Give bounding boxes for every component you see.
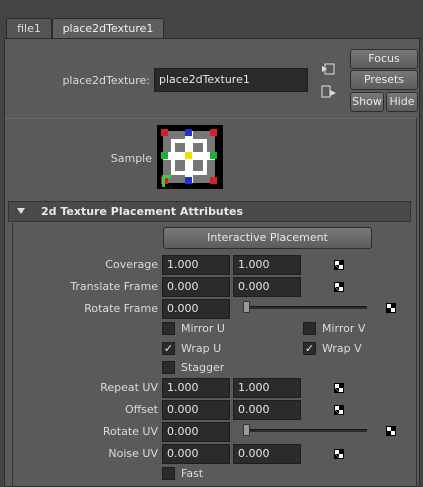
output-connection-icon[interactable] xyxy=(320,84,338,100)
repeat-uv-label: Repeat UV xyxy=(100,381,158,394)
fast-checkbox[interactable] xyxy=(162,467,175,480)
mirror-u-label: Mirror U xyxy=(181,322,225,335)
node-name-label: place2dTexture: xyxy=(62,74,150,87)
hide-button[interactable]: Hide xyxy=(386,92,418,112)
coverage-map-icon[interactable] xyxy=(334,260,344,270)
node-name-field[interactable]: place2dTexture1 xyxy=(154,68,308,92)
translate-frame-label: Translate Frame xyxy=(70,280,158,293)
noise-v-field[interactable]: 0.000 xyxy=(233,444,301,464)
tab-file1[interactable]: file1 xyxy=(6,18,52,38)
repeat-v-field[interactable]: 1.000 xyxy=(233,378,301,398)
coverage-label: Coverage xyxy=(105,258,158,271)
rotate-uv-field[interactable]: 0.000 xyxy=(162,422,230,442)
sample-label: Sample xyxy=(110,152,152,165)
rotate-uv-map-icon[interactable] xyxy=(386,426,396,436)
rotate-uv-slider[interactable] xyxy=(243,429,367,432)
stagger-label: Stagger xyxy=(181,361,225,374)
stagger-checkbox[interactable] xyxy=(162,361,175,374)
show-button[interactable]: Show xyxy=(350,92,384,112)
section-header-2d-placement[interactable]: 2d Texture Placement Attributes xyxy=(8,201,411,222)
wrap-v-checkbox[interactable]: ✓ xyxy=(303,342,316,355)
wrap-u-label: Wrap U xyxy=(181,342,222,355)
noise-u-field[interactable]: 0.000 xyxy=(162,444,230,464)
mirror-u-checkbox[interactable] xyxy=(162,322,175,335)
fast-label: Fast xyxy=(181,467,204,480)
coverage-v-field[interactable]: 1.000 xyxy=(233,255,301,275)
rotate-frame-field[interactable]: 0.000 xyxy=(162,299,230,319)
wrap-u-checkbox[interactable]: ✓ xyxy=(162,342,175,355)
presets-button[interactable]: Presets xyxy=(350,70,418,90)
mirror-v-checkbox[interactable] xyxy=(303,322,316,335)
mirror-v-label: Mirror V xyxy=(322,322,366,335)
wrap-v-label: Wrap V xyxy=(322,342,362,355)
rotate-frame-map-icon[interactable] xyxy=(386,303,396,313)
focus-button[interactable]: Focus xyxy=(350,49,418,69)
offset-v-field[interactable]: 0.000 xyxy=(233,400,301,420)
coverage-u-field[interactable]: 1.000 xyxy=(162,255,230,275)
tab-place2dtexture1[interactable]: place2dTexture1 xyxy=(52,18,164,38)
rotate-frame-slider-handle[interactable] xyxy=(243,301,250,313)
rotate-uv-slider-handle[interactable] xyxy=(243,424,250,436)
collapse-arrow-icon[interactable] xyxy=(17,208,25,214)
offset-u-field[interactable]: 0.000 xyxy=(162,400,230,420)
section-title: 2d Texture Placement Attributes xyxy=(41,205,244,218)
input-connection-icon[interactable] xyxy=(320,62,336,76)
offset-label: Offset xyxy=(124,403,158,416)
translate-frame-u-field[interactable]: 0.000 xyxy=(162,277,230,297)
translate-frame-map-icon[interactable] xyxy=(334,282,344,292)
rotate-uv-label: Rotate UV xyxy=(102,425,158,438)
noise-uv-map-icon[interactable] xyxy=(334,449,344,459)
place2d-texture-swatch-icon xyxy=(157,125,223,189)
repeat-u-field[interactable]: 1.000 xyxy=(162,378,230,398)
interactive-placement-button[interactable]: Interactive Placement xyxy=(163,227,372,249)
noise-uv-label: Noise UV xyxy=(108,447,158,460)
translate-frame-v-field[interactable]: 0.000 xyxy=(233,277,301,297)
rotate-frame-label: Rotate Frame xyxy=(84,302,158,315)
offset-map-icon[interactable] xyxy=(334,405,344,415)
rotate-frame-slider[interactable] xyxy=(243,306,367,309)
repeat-uv-map-icon[interactable] xyxy=(334,383,344,393)
